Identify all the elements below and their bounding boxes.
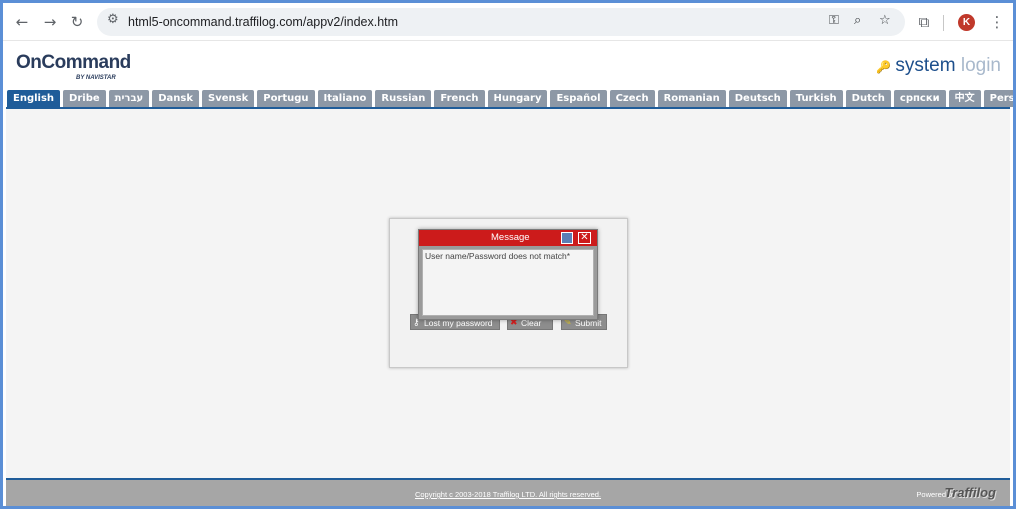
tab-russian[interactable]: Russian [375, 90, 432, 107]
tab-dutch[interactable]: Dutch [845, 90, 891, 107]
error-message-text: User name/Password does not match* [425, 251, 571, 261]
tab-hungary[interactable]: Hungary [487, 90, 548, 107]
minimize-icon[interactable] [561, 232, 573, 244]
key-icon: 🔑 [876, 60, 892, 74]
tab-espanol[interactable]: Español [550, 90, 607, 107]
tab-french[interactable]: French [434, 90, 485, 107]
tab-turkish[interactable]: Turkish [789, 90, 843, 107]
password-key-icon[interactable]: ⚿ [829, 13, 839, 28]
login-page-body: ⚷ Lost my password ✖ Clear ✎ Submit Message… [6, 109, 1010, 478]
close-icon[interactable]: ✕ [578, 232, 591, 244]
language-tabs: English Dribe עברית Dansk Svensk Portugu… [7, 90, 1013, 107]
tab-svensk[interactable]: Svensk [202, 90, 255, 107]
tab-portugu[interactable]: Portugu [257, 90, 315, 107]
tab-italiano[interactable]: Italiano [317, 90, 373, 107]
system-login-title: 🔑 system login [876, 55, 1001, 76]
extensions-icon[interactable]: ⧉ [913, 11, 935, 33]
tab-deutsch[interactable]: Deutsch [728, 90, 787, 107]
reload-icon[interactable]: ↻ [66, 11, 88, 33]
tab-hebrew[interactable]: עברית [108, 90, 150, 107]
bookmark-star-icon[interactable]: ☆ [879, 13, 891, 28]
tab-english[interactable]: English [7, 90, 61, 107]
message-title: Message [491, 232, 530, 243]
toolbar-divider [943, 15, 944, 31]
back-icon[interactable]: ← [11, 11, 33, 33]
zoom-icon[interactable]: ⌕ [854, 13, 861, 28]
traffilog-logo: Traffilog [944, 485, 996, 500]
forward-icon[interactable]: → [39, 11, 61, 33]
tab-personal[interactable]: Personal [983, 90, 1013, 107]
footer: Copyright c 2003-2018 Traffilog LTD. All… [6, 478, 1010, 506]
browser-window: ← → ↻ ⚙ html5-oncommand.traffilog.com/ap… [3, 3, 1013, 506]
message-titlebar[interactable]: Message ✕ [419, 230, 597, 246]
address-bar[interactable]: ⚙ html5-oncommand.traffilog.com/appv2/in… [97, 8, 905, 36]
menu-icon[interactable]: ⋮ [986, 11, 1008, 33]
site-header: OnCommand BY NAVISTAR 🔑 system login [3, 41, 1013, 90]
navistar-logo-text: BY NAVISTAR [76, 75, 116, 81]
url-text[interactable]: html5-oncommand.traffilog.com/appv2/inde… [128, 15, 398, 29]
browser-toolbar: ← → ↻ ⚙ html5-oncommand.traffilog.com/ap… [3, 3, 1013, 41]
tab-romanian[interactable]: Romanian [657, 90, 726, 107]
copyright-link[interactable]: Copyright c 2003-2018 Traffilog LTD. All… [6, 490, 1010, 499]
tab-dribe[interactable]: Dribe [63, 90, 106, 107]
tab-chinese[interactable]: 中文 [948, 90, 981, 107]
site-info-icon[interactable]: ⚙ [107, 12, 119, 27]
tab-czech[interactable]: Czech [609, 90, 655, 107]
tab-serbian[interactable]: српски [893, 90, 946, 107]
message-dialog: Message ✕ User name/Password does not ma… [418, 229, 598, 320]
profile-avatar[interactable]: K [958, 14, 975, 31]
oncommand-logo: OnCommand [16, 52, 131, 73]
tab-dansk[interactable]: Dansk [152, 90, 199, 107]
message-body: User name/Password does not match* [422, 249, 594, 316]
